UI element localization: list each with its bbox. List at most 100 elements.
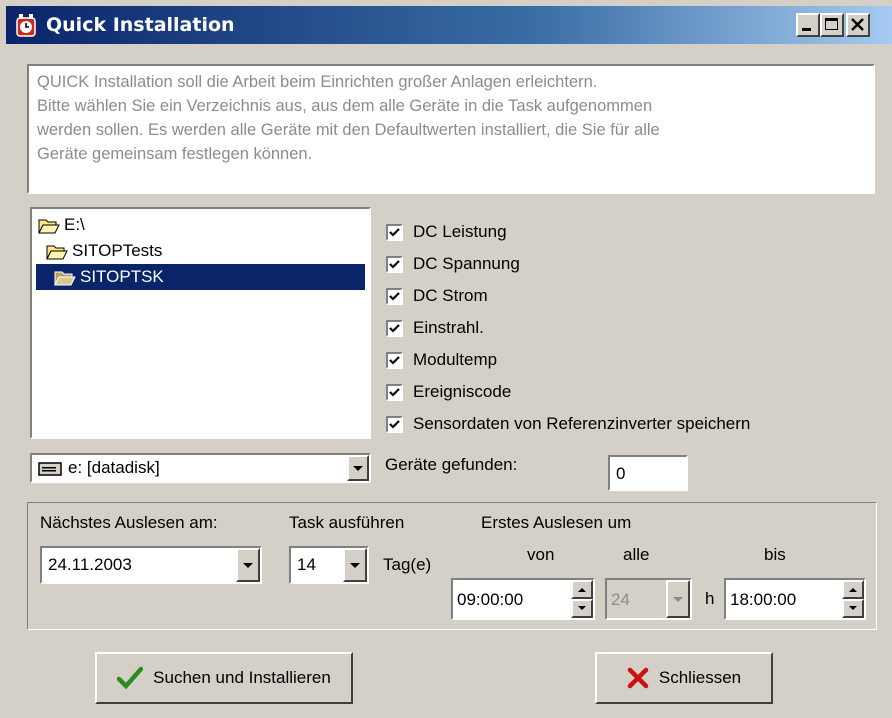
checkbox-label: Sensordaten von Referenzinverter speiche… — [413, 414, 751, 433]
next-date-select[interactable]: 24.11.2003 — [40, 546, 262, 584]
checkbox-label: Ereigniscode — [413, 382, 512, 401]
folder-open-icon — [46, 245, 68, 260]
description-line: Geräte gemeinsam festlegen können. — [37, 145, 313, 163]
drive-icon — [38, 461, 62, 476]
chevron-down-icon — [673, 597, 683, 602]
checkbox-einstrahl[interactable]: Einstrahl. — [386, 312, 750, 344]
tree-item-sitoptsk[interactable]: SITOPTSK — [36, 264, 365, 290]
checkbox-dc-spannung[interactable]: DC Spannung — [386, 248, 750, 280]
checkbox-modultemp[interactable]: Modultemp — [386, 344, 750, 376]
description-line: Bitte wählen Sie ein Verzeichnis aus, au… — [37, 97, 653, 115]
next-date-arrow[interactable] — [236, 548, 260, 582]
from-time-value: 09:00:00 — [457, 590, 524, 609]
tree-item-label: E:\ — [64, 215, 85, 234]
checkmark-icon — [117, 666, 144, 690]
first-read-label: Erstes Auslesen um — [481, 513, 632, 532]
to-time-spin-buttons[interactable] — [842, 580, 864, 618]
drive-label: e: [datadisk] — [68, 458, 160, 477]
from-time-spin-buttons[interactable] — [571, 580, 593, 618]
description-line: werden sollen. Es werden alle Geräte mit… — [37, 121, 660, 139]
checkbox-dc-leistung[interactable]: DC Leistung — [386, 216, 750, 248]
task-run-label: Task ausführen — [289, 513, 405, 532]
to-time-value: 18:00:00 — [730, 590, 797, 609]
task-days-value: 14 — [297, 555, 316, 574]
task-days-select[interactable]: 14 — [289, 546, 369, 584]
checkmark-icon — [389, 259, 400, 269]
interval-value: 24 — [611, 590, 630, 609]
arrow-up-icon — [849, 588, 857, 592]
search-install-button[interactable]: Suchen und Installieren — [95, 652, 353, 704]
checkmark-icon — [389, 323, 400, 333]
minimize-icon — [802, 28, 811, 31]
checkbox-label: DC Strom — [413, 286, 488, 305]
folder-open-icon — [38, 219, 60, 234]
checkbox-box[interactable] — [386, 287, 403, 305]
checkbox-box[interactable] — [386, 383, 403, 401]
window-title: Quick Installation — [46, 14, 235, 36]
schedule-group: Nächstes Auslesen am: Task ausführen Ers… — [27, 502, 877, 630]
checkmark-icon — [389, 419, 400, 429]
chevron-down-icon — [350, 563, 360, 568]
to-label: bis — [764, 545, 786, 564]
tree-item-sitoptests[interactable]: SITOPTests — [46, 238, 162, 264]
checkbox-box[interactable] — [386, 351, 403, 369]
arrow-up-icon — [578, 588, 586, 592]
devices-found-field: 0 — [608, 455, 688, 491]
close-icon — [851, 18, 864, 31]
checkbox-label: DC Spannung — [413, 254, 520, 273]
task-days-arrow[interactable] — [343, 548, 367, 582]
drive-select-value: e: [datadisk] — [38, 455, 160, 481]
checkbox-box[interactable] — [386, 415, 403, 433]
drive-select-arrow[interactable] — [347, 455, 369, 481]
drive-select[interactable]: e: [datadisk] — [30, 453, 371, 483]
spin-down-button[interactable] — [842, 599, 864, 618]
checkbox-sensordaten[interactable]: Sensordaten von Referenzinverter speiche… — [386, 408, 750, 440]
checkbox-label: Modultemp — [413, 350, 498, 369]
directory-tree[interactable]: E:\ SITOPTests SITOPTSK — [30, 207, 371, 439]
checkbox-dc-strom[interactable]: DC Strom — [386, 280, 750, 312]
quick-installation-window: Quick Installation QUICK Installation so… — [0, 0, 892, 718]
chevron-down-icon — [353, 466, 363, 471]
arrow-down-icon — [849, 606, 857, 610]
options-checklist: DC Leistung DC Spannung DC Strom Einstra… — [386, 216, 750, 440]
every-label: alle — [623, 545, 650, 564]
spin-up-button[interactable] — [571, 580, 593, 599]
maximize-icon — [825, 18, 838, 30]
checkbox-ereigniscode[interactable]: Ereigniscode — [386, 376, 750, 408]
checkbox-box[interactable] — [386, 223, 403, 241]
checkmark-icon — [389, 227, 400, 237]
tree-item-label: SITOPTests — [72, 241, 163, 260]
spin-down-button[interactable] — [571, 599, 593, 618]
interval-select[interactable]: 24 — [605, 578, 692, 620]
checkmark-icon — [389, 291, 400, 301]
close-window-button[interactable] — [846, 13, 870, 37]
arrow-down-icon — [578, 606, 586, 610]
chevron-down-icon — [243, 563, 253, 568]
close-label: Schliessen — [658, 668, 742, 687]
days-unit-label: Tag(e) — [383, 555, 432, 574]
from-time-spinner[interactable]: 09:00:00 — [451, 578, 595, 620]
maximize-button[interactable] — [820, 13, 844, 37]
checkbox-label: Einstrahl. — [413, 318, 484, 337]
interval-arrow[interactable] — [666, 580, 690, 618]
title-bar[interactable]: Quick Installation — [6, 6, 892, 44]
close-button[interactable]: Schliessen — [595, 652, 773, 704]
checkbox-label: DC Leistung — [413, 222, 507, 241]
folder-open-icon — [54, 271, 76, 286]
description-line: QUICK Installation soll die Arbeit beim … — [37, 73, 598, 91]
checkbox-box[interactable] — [386, 255, 403, 273]
x-icon — [627, 667, 649, 689]
devices-found-label: Geräte gefunden: — [385, 455, 518, 474]
search-install-label: Suchen und Installieren — [153, 668, 331, 687]
to-time-spinner[interactable]: 18:00:00 — [724, 578, 866, 620]
minimize-button[interactable] — [796, 13, 820, 37]
tree-item-label: SITOPTSK — [80, 267, 164, 286]
next-date-value: 24.11.2003 — [48, 555, 132, 574]
spin-up-button[interactable] — [842, 580, 864, 599]
tree-item-e-drive[interactable]: E:\ — [38, 212, 85, 238]
checkbox-box[interactable] — [386, 319, 403, 337]
checkmark-icon — [389, 387, 400, 397]
app-icon — [16, 14, 36, 37]
hours-unit-label: h — [705, 589, 715, 608]
devices-found-value: 0 — [616, 464, 626, 483]
